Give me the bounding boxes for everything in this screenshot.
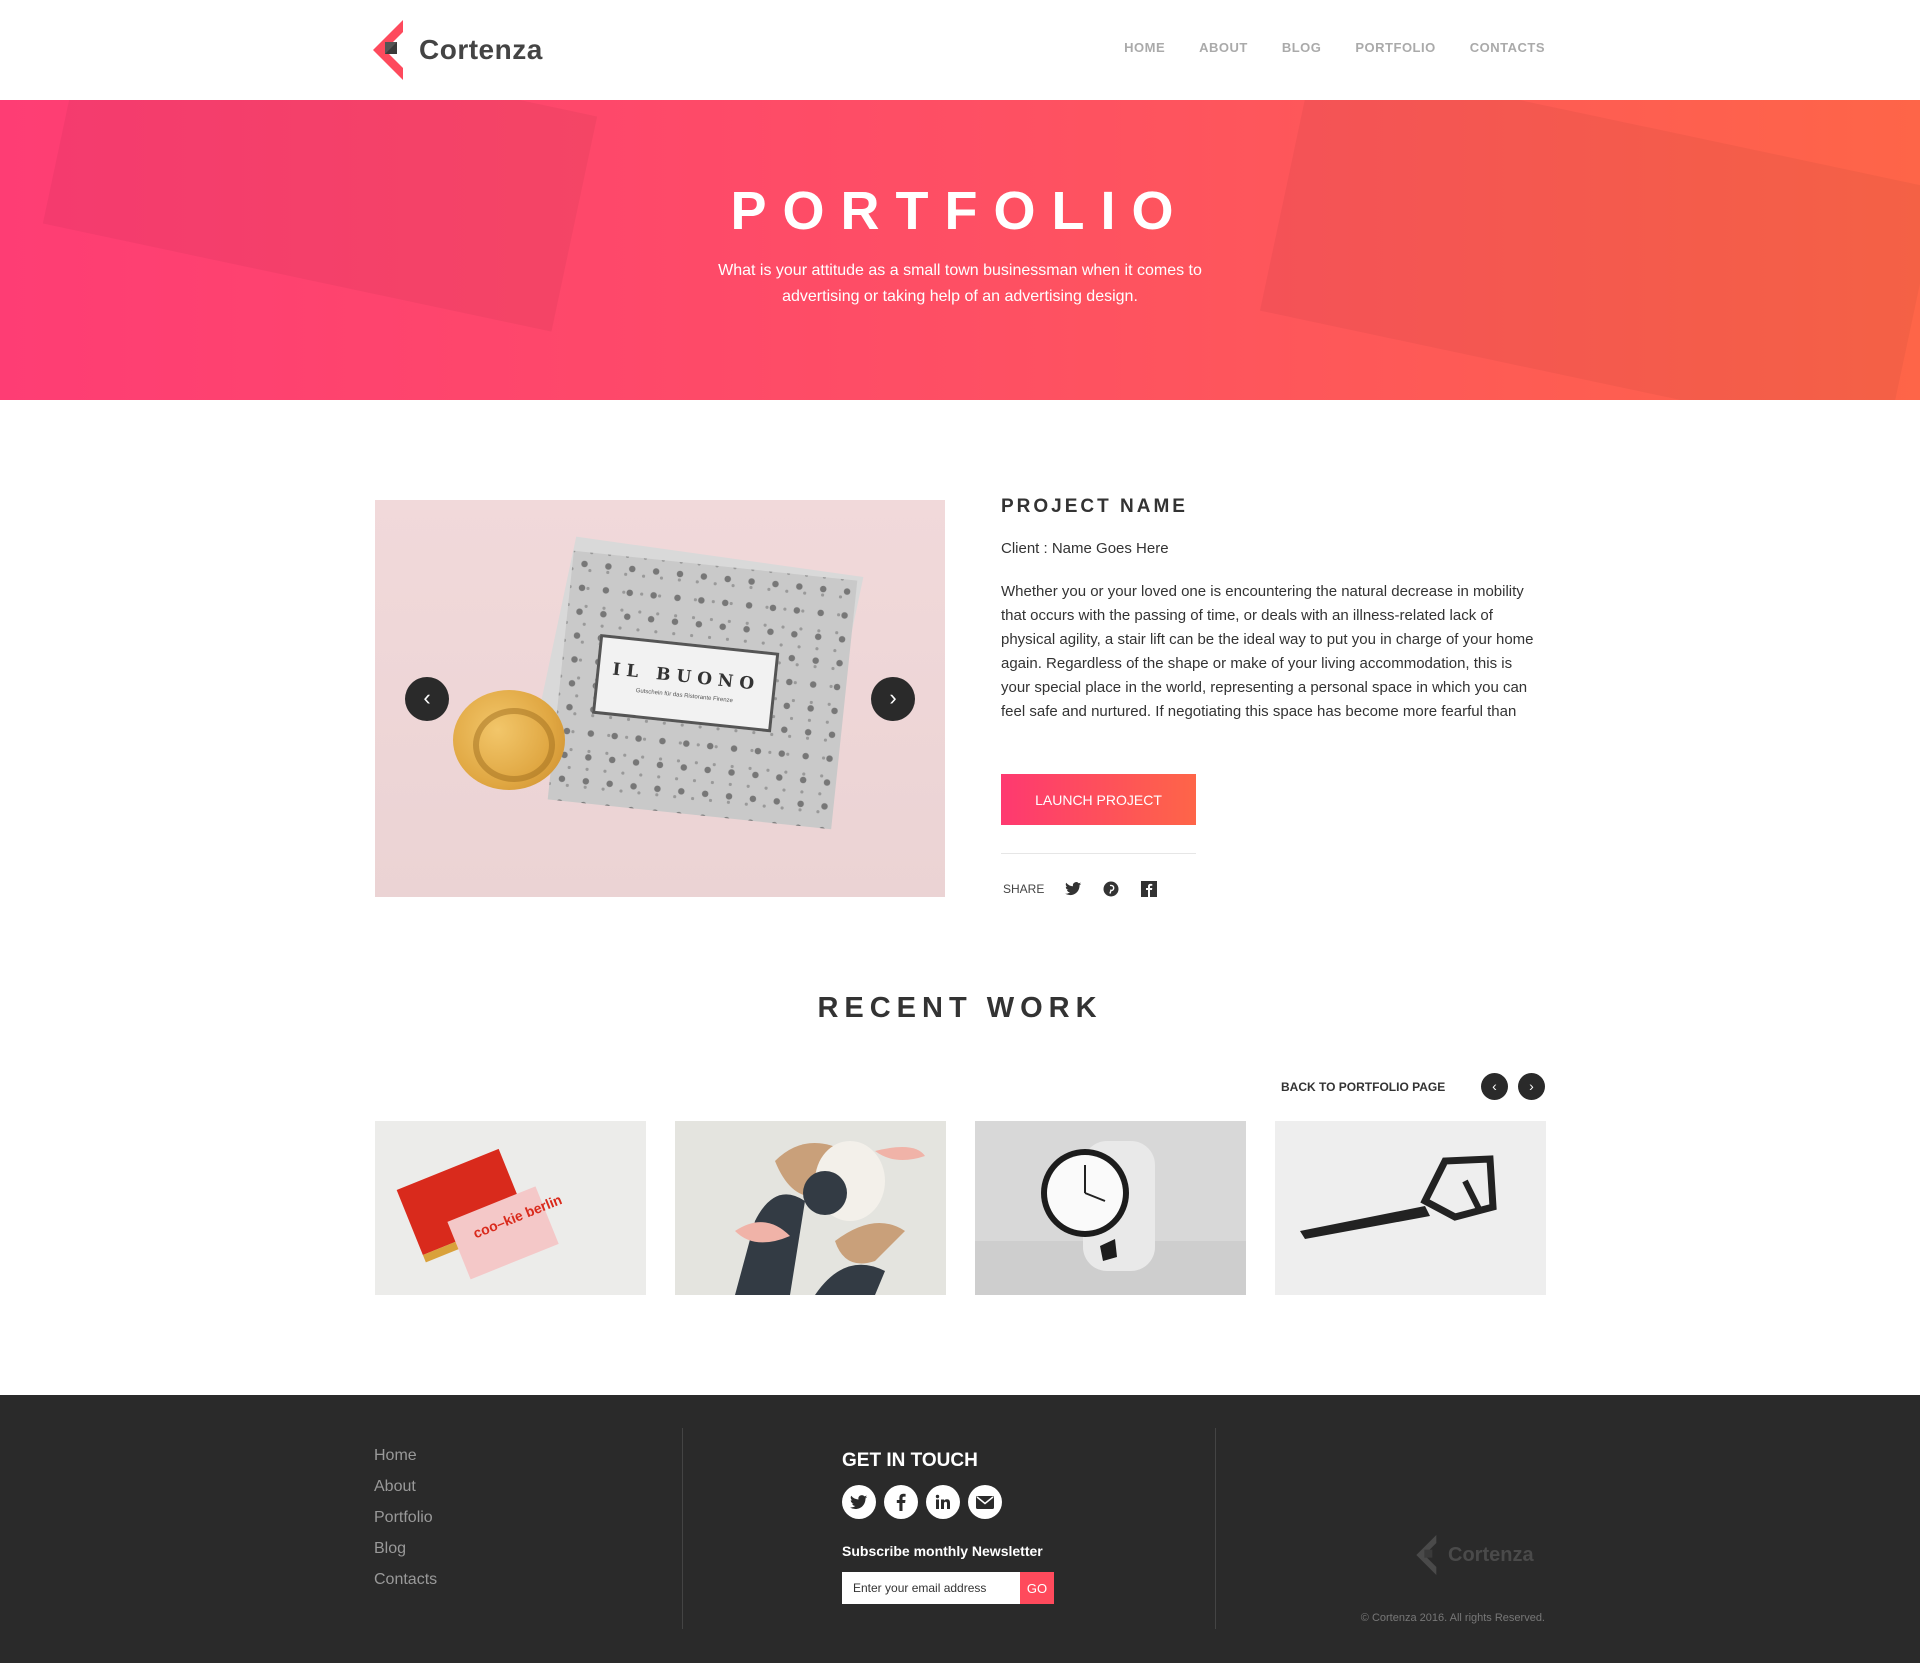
facebook-icon[interactable] xyxy=(1140,880,1158,898)
nav-blog[interactable]: BLOG xyxy=(1282,40,1322,55)
share-label: SHARE xyxy=(1003,882,1045,896)
footer-divider xyxy=(682,1428,683,1629)
site-footer: Home About Portfolio Blog Contacts GET I… xyxy=(0,1395,1920,1663)
recent-work-item[interactable]: coo–kie berlin xyxy=(375,1121,646,1295)
footer-link-home[interactable]: Home xyxy=(374,1447,437,1465)
share-bar: SHARE xyxy=(1003,880,1158,898)
main-nav: HOME ABOUT BLOG PORTFOLIO CONTACTS xyxy=(1124,40,1545,55)
project-client: Client : Name Goes Here xyxy=(1001,540,1169,557)
email-input[interactable] xyxy=(842,1572,1020,1604)
launch-project-button[interactable]: LAUNCH PROJECT xyxy=(1001,774,1196,825)
chevron-right-icon: › xyxy=(889,685,897,710)
site-header: Cortenza HOME ABOUT BLOG PORTFOLIO CONTA… xyxy=(0,0,1920,100)
footer-logo-text: Cortenza xyxy=(1448,1543,1534,1566)
footer-logo[interactable]: Cortenza xyxy=(1416,1535,1534,1575)
site-logo[interactable]: Cortenza xyxy=(373,20,543,80)
social-icons xyxy=(842,1485,1002,1519)
chevron-left-icon: ‹ xyxy=(423,685,431,710)
nav-portfolio[interactable]: PORTFOLIO xyxy=(1355,40,1435,55)
footer-link-about[interactable]: About xyxy=(374,1478,437,1496)
nav-home[interactable]: HOME xyxy=(1124,40,1165,55)
twitter-icon[interactable] xyxy=(842,1485,876,1519)
nav-about[interactable]: ABOUT xyxy=(1199,40,1248,55)
slider-prev-button[interactable]: ‹ xyxy=(405,677,449,721)
logo-text: Cortenza xyxy=(419,34,543,65)
linkedin-icon[interactable] xyxy=(926,1485,960,1519)
card-title: IL BUONO xyxy=(611,659,761,695)
recent-work-title: RECENT WORK xyxy=(817,992,1103,1024)
divider xyxy=(1001,853,1196,854)
twitter-icon[interactable] xyxy=(1064,880,1082,898)
card-front: IL BUONO Gutschein für das Ristorante Fi… xyxy=(547,550,858,830)
project-name: PROJECT NAME xyxy=(1001,496,1188,517)
subscribe-go-button[interactable]: GO xyxy=(1020,1572,1054,1604)
hero-banner: PORTFOLIO What is your attitude as a sma… xyxy=(0,100,1920,400)
page-title: PORTFOLIO xyxy=(730,181,1190,241)
card-label: IL BUONO Gutschein für das Ristorante Fi… xyxy=(591,634,780,733)
newsletter-label: Subscribe monthly Newsletter xyxy=(842,1543,1043,1559)
project-description: Whether you or your loved one is encount… xyxy=(1001,583,1534,720)
facebook-icon[interactable] xyxy=(884,1485,918,1519)
recent-prev-button[interactable]: ‹ xyxy=(1481,1073,1508,1100)
watch-image xyxy=(975,1141,1246,1295)
recent-work-item[interactable] xyxy=(1275,1121,1546,1295)
business-cards-image: coo–kie berlin xyxy=(396,1148,564,1280)
footer-links: Home About Portfolio Blog Contacts xyxy=(374,1447,437,1589)
footer-link-portfolio[interactable]: Portfolio xyxy=(374,1509,437,1527)
recent-work-item[interactable] xyxy=(675,1121,946,1295)
pasta-image xyxy=(453,690,565,790)
pinterest-icon[interactable] xyxy=(1102,880,1120,898)
logo-icon xyxy=(373,20,403,80)
back-to-portfolio-link[interactable]: BACK TO PORTFOLIO PAGE xyxy=(1281,1080,1445,1094)
chevron-left-icon: ‹ xyxy=(1492,1078,1497,1094)
hero-decoration xyxy=(1259,100,1920,400)
abstract-art-image xyxy=(735,1141,925,1295)
footer-link-blog[interactable]: Blog xyxy=(374,1540,437,1558)
page-subtitle: What is your attitude as a small town bu… xyxy=(718,262,1202,305)
get-in-touch-title: GET IN TOUCH xyxy=(842,1450,978,1471)
recent-next-button[interactable]: › xyxy=(1518,1073,1545,1100)
logo-icon xyxy=(1416,1535,1437,1575)
slider-next-button[interactable]: › xyxy=(871,677,915,721)
chevron-right-icon: › xyxy=(1529,1078,1534,1094)
project-slider: IL BUONO Gutschein für das Ristorante Fi… xyxy=(375,500,945,897)
mail-icon[interactable] xyxy=(968,1485,1002,1519)
footer-divider xyxy=(1215,1428,1216,1629)
copyright-text: © Cortenza 2016. All rights Reserved. xyxy=(1360,1612,1545,1624)
nav-contacts[interactable]: CONTACTS xyxy=(1470,40,1545,55)
recent-work-item[interactable] xyxy=(975,1121,1246,1295)
scissors-image xyxy=(1300,1155,1497,1239)
footer-link-contacts[interactable]: Contacts xyxy=(374,1571,437,1589)
